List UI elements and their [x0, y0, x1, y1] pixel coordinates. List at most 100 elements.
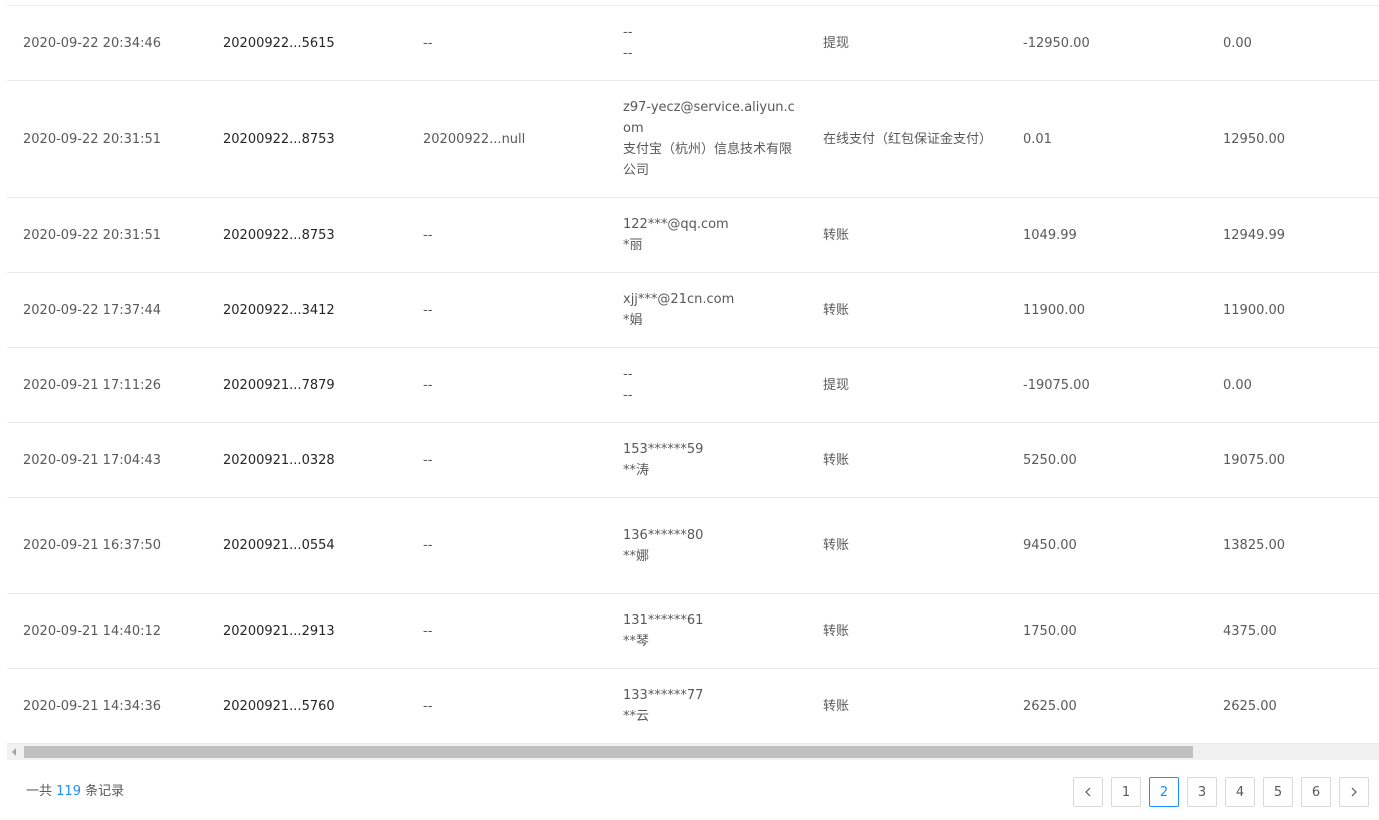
table-row: 2020-09-22 20:31:51 20200922...8753 -- 122*…: [7, 198, 1379, 273]
page-button-1[interactable]: 1: [1111, 777, 1141, 807]
table-row: 2020-09-22 20:34:46 20200922...5615 -- -- --…: [7, 6, 1379, 81]
cell-type: 转账: [823, 698, 850, 714]
cell-type: 在线支付（红包保证金支付）: [823, 131, 993, 147]
counterparty-account: --: [623, 367, 633, 382]
counterparty-account: 153******59: [623, 442, 704, 457]
total-suffix: 条记录: [85, 784, 125, 799]
counterparty-name: --: [623, 46, 633, 61]
table-row: 2020-09-21 16:37:50 20200921...0554 -- 136*…: [7, 498, 1379, 594]
cell-counterparty: z97-yecz@service.aliyun.com 支付宝（杭州）信息技术有限…: [623, 81, 798, 197]
total-prefix: 一共: [26, 784, 53, 799]
cell-time: 2020-09-22 20:31:51: [23, 227, 162, 243]
cell-time: 2020-09-22 20:34:46: [23, 35, 162, 51]
cell-counterparty: 153******59 **涛: [623, 423, 798, 497]
cell-balance: 19075.00: [1223, 452, 1286, 468]
cell-type: 转账: [823, 227, 850, 243]
scrollbar-thumb[interactable]: [24, 746, 1193, 758]
cell-balance: 11900.00: [1223, 302, 1286, 318]
counterparty-name: --: [623, 388, 633, 403]
cell-balance: 0.00: [1223, 35, 1252, 51]
page-button-2[interactable]: 2: [1149, 777, 1179, 807]
cell-order-no: 20200921...0328: [223, 452, 335, 468]
prev-page-button[interactable]: [1073, 777, 1103, 807]
cell-amount: 5250.00: [1023, 452, 1077, 468]
cell-amount: 11900.00: [1023, 302, 1086, 318]
cell-type: 转账: [823, 623, 850, 639]
chevron-right-icon: [1351, 787, 1357, 797]
table-row: 2020-09-22 17:37:44 20200922...3412 -- xjj*…: [7, 273, 1379, 348]
counterparty-name: 支付宝（杭州）信息技术有限公司: [623, 142, 793, 178]
counterparty-name: *丽: [623, 238, 643, 253]
counterparty-name: **涛: [623, 463, 650, 478]
counterparty-account: xjj***@21cn.com: [623, 292, 735, 307]
cell-order-no: 20200921...0554: [223, 538, 335, 553]
cell-balance: 12949.99: [1223, 227, 1286, 243]
cell-order-no: 20200921...2913: [223, 623, 335, 639]
cell-amount: 1049.99: [1023, 227, 1077, 243]
horizontal-scrollbar[interactable]: [7, 744, 1379, 760]
page-number-list: 123456: [1111, 777, 1331, 807]
table-row: 2020-09-21 14:40:12 20200921...2913 -- 131*…: [7, 594, 1379, 669]
cell-counterparty: 136******80 **娜: [623, 498, 798, 593]
page-button-6[interactable]: 6: [1301, 777, 1331, 807]
cell-order-no: 20200921...5760: [223, 698, 335, 714]
cell-merchant-order-no: --: [423, 452, 433, 468]
table-row: 2020-09-21 17:04:43 20200921...0328 -- 153*…: [7, 423, 1379, 498]
cell-amount: 1750.00: [1023, 623, 1077, 639]
cell-counterparty: 131******61 **琴: [623, 594, 798, 668]
cell-time: 2020-09-21 17:11:26: [23, 377, 162, 393]
page-button-3[interactable]: 3: [1187, 777, 1217, 807]
counterparty-name: **娜: [623, 548, 650, 564]
chevron-left-icon: [1085, 787, 1091, 797]
cell-merchant-order-no: --: [423, 35, 433, 51]
cell-amount: 2625.00: [1023, 698, 1077, 714]
cell-time: 2020-09-22 20:31:51: [23, 131, 162, 147]
cell-merchant-order-no: --: [423, 623, 433, 639]
cell-balance: 2625.00: [1223, 698, 1277, 714]
counterparty-name: **云: [623, 709, 650, 724]
page-button-4[interactable]: 4: [1225, 777, 1255, 807]
table-row: 2020-09-21 17:11:26 20200921...7879 -- -- --…: [7, 348, 1379, 423]
counterparty-account: 131******61: [623, 613, 704, 628]
cell-type: 转账: [823, 452, 850, 468]
cell-type: 提现: [823, 35, 850, 51]
cell-merchant-order-no: --: [423, 698, 433, 714]
scroll-left-arrow-icon[interactable]: [12, 748, 16, 756]
cell-order-no: 20200922...8753: [223, 131, 335, 147]
cell-merchant-order-no: --: [423, 302, 433, 318]
cell-time: 2020-09-21 14:34:36: [23, 698, 162, 714]
next-page-button[interactable]: [1339, 777, 1369, 807]
counterparty-name: **琴: [623, 634, 650, 649]
cell-order-no: 20200922...5615: [223, 35, 335, 51]
pagination: 123456: [1073, 777, 1369, 807]
cell-balance: 0.00: [1223, 377, 1252, 393]
counterparty-account: 136******80: [623, 527, 704, 543]
cell-merchant-order-no: 20200922...null: [423, 131, 526, 147]
cell-time: 2020-09-21 16:37:50: [23, 538, 162, 553]
counterparty-account: z97-yecz@service.aliyun.com: [623, 100, 795, 136]
cell-amount: -12950.00: [1023, 35, 1090, 51]
cell-merchant-order-no: --: [423, 377, 433, 393]
cell-amount: 9450.00: [1023, 538, 1077, 553]
cell-type: 转账: [823, 538, 850, 553]
page-button-5[interactable]: 5: [1263, 777, 1293, 807]
total-count: 119: [56, 784, 81, 799]
cell-merchant-order-no: --: [423, 538, 433, 553]
table-row: 2020-09-22 20:31:51 20200922...8753 202009…: [7, 81, 1379, 198]
cell-amount: 0.01: [1023, 131, 1052, 147]
cell-time: 2020-09-21 17:04:43: [23, 452, 162, 468]
cell-balance: 12950.00: [1223, 131, 1286, 147]
cell-counterparty: 122***@qq.com *丽: [623, 198, 798, 272]
cell-type: 转账: [823, 302, 850, 318]
cell-order-no: 20200921...7879: [223, 377, 335, 393]
cell-order-no: 20200922...8753: [223, 227, 335, 243]
cell-counterparty: xjj***@21cn.com *娟: [623, 273, 798, 347]
table-row: 2020-09-21 14:34:36 20200921...5760 -- 133*…: [7, 669, 1379, 744]
cell-balance: 4375.00: [1223, 623, 1277, 639]
cell-amount: -19075.00: [1023, 377, 1090, 393]
counterparty-name: *娟: [623, 313, 643, 328]
counterparty-account: 133******77: [623, 688, 704, 703]
cell-balance: 13825.00: [1223, 538, 1286, 553]
cell-counterparty: 133******77 **云: [623, 669, 798, 743]
cell-time: 2020-09-21 14:40:12: [23, 623, 162, 639]
